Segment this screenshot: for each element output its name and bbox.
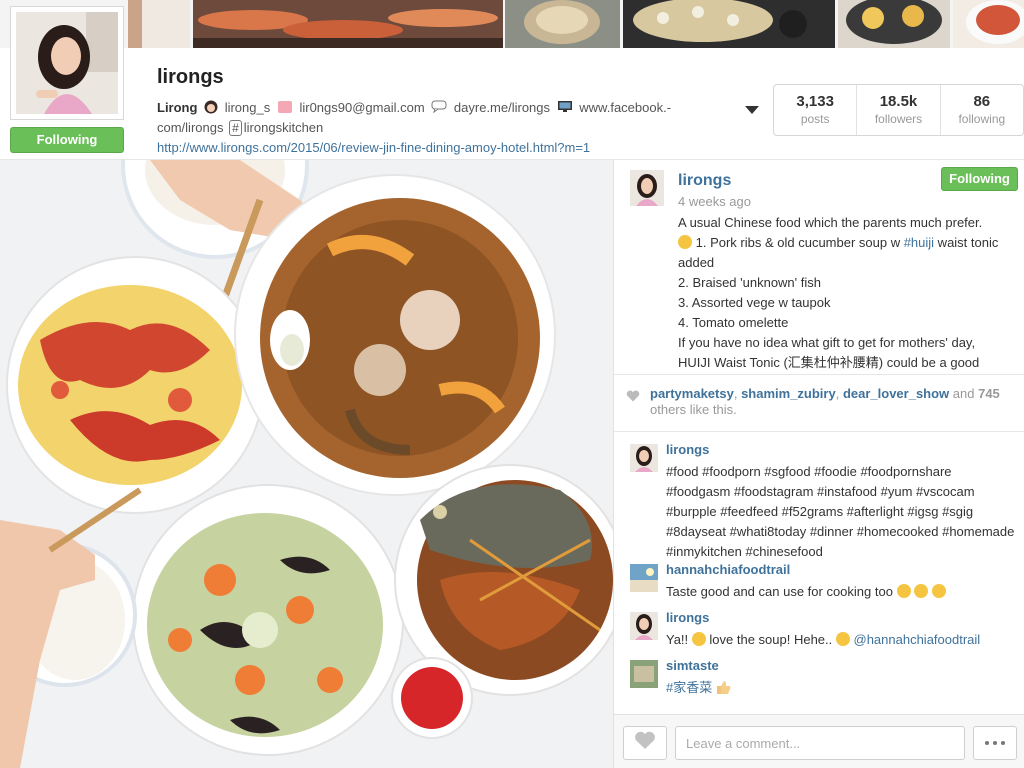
stat-following[interactable]: 86 following xyxy=(941,85,1023,135)
mention-link[interactable]: @hannahchiafoodtrail xyxy=(854,632,981,647)
liker-link[interactable]: partymaketsy xyxy=(650,386,734,401)
caption-line: 3. Assorted vege w taupok xyxy=(678,295,831,310)
grin-emoji-icon xyxy=(931,584,946,598)
caption-line-text: 1. Pork ribs & old cucumber soup w xyxy=(692,235,904,250)
thumbnail[interactable] xyxy=(193,0,503,48)
liker-link[interactable]: shamim_zubiry xyxy=(741,386,836,401)
caption-line: 4. Tomato omelette xyxy=(678,315,789,330)
comment-username[interactable]: lirongs xyxy=(666,610,709,625)
thumbnail[interactable] xyxy=(623,0,835,48)
profile-header: Following lirongs Lirong lirong_s lir0ng… xyxy=(0,6,1024,160)
blush-emoji-icon xyxy=(835,632,850,646)
thumbnail[interactable] xyxy=(953,0,1024,48)
comments-list: lirongs #food #foodporn #sgfood #foodie … xyxy=(614,432,1024,714)
stat-label: followers xyxy=(874,112,923,126)
stat-followers[interactable]: 18.5k followers xyxy=(857,85,941,135)
comment-username[interactable]: hannahchiafoodtrail xyxy=(666,562,790,577)
profile-stats: 3,133 posts 18.5k followers 86 following xyxy=(773,84,1024,136)
like-button[interactable] xyxy=(623,726,667,760)
computer-icon xyxy=(554,100,580,115)
comment-text: #food #foodporn #sgfood #foodie #foodpor… xyxy=(666,464,1015,559)
more-dots-icon[interactable] xyxy=(973,726,1017,760)
bio-facebook-1: www.facebook.- xyxy=(579,100,672,115)
hashtag-link[interactable]: #家香菜 xyxy=(666,680,712,695)
stat-posts[interactable]: 3,133 posts xyxy=(774,85,858,135)
stat-value: 86 xyxy=(973,93,991,110)
photo-thumbnail-strip xyxy=(0,0,1024,48)
caption-text: A usual Chinese food which the parents m… xyxy=(678,213,1008,373)
avatar[interactable] xyxy=(630,612,658,640)
avatar[interactable] xyxy=(630,660,658,688)
heart-icon xyxy=(634,731,656,755)
speech-bubble-icon xyxy=(428,100,454,115)
crying-laughing-emoji-icon xyxy=(678,235,692,249)
bio-facebook-2: com/lirongs xyxy=(157,120,224,135)
comment-text-body: Taste good and can use for cooking too xyxy=(666,584,893,599)
follow-button[interactable]: Following xyxy=(941,167,1018,191)
bio-handle: lirong_s xyxy=(224,100,271,115)
avatar[interactable] xyxy=(630,170,664,206)
bio-name: Lirong xyxy=(157,100,198,115)
heart-icon xyxy=(626,389,640,407)
likes-suffix: others like this. xyxy=(650,402,737,417)
stat-label: following xyxy=(958,112,1006,126)
profile-username: lirongs xyxy=(157,66,224,88)
post-photo[interactable] xyxy=(0,160,613,768)
likes-summary: partymaketsy, shamim_zubiry, dear_lover_… xyxy=(614,376,1024,432)
caption-line: A usual Chinese food which the parents m… xyxy=(678,215,983,230)
grin-emoji-icon xyxy=(914,584,929,598)
post-detail-panel: lirongs 4 weeks ago Following A usual Ch… xyxy=(613,160,1024,768)
stat-label: posts xyxy=(800,112,830,126)
likes-text: partymaketsy, shamim_zubiry, dear_lover_… xyxy=(650,386,1000,417)
bio-dayre: dayre.me/lirongs xyxy=(453,100,551,115)
avatar[interactable] xyxy=(630,444,658,472)
caption-line: If you have no idea what gift to get for… xyxy=(678,335,976,350)
stat-value: 3,133 xyxy=(796,93,834,110)
comment-username[interactable]: simtaste xyxy=(666,658,719,673)
thumbs-up-icon xyxy=(716,680,732,695)
thumbnail[interactable] xyxy=(838,0,950,48)
hash-icon: # xyxy=(229,120,242,136)
love-letter-icon xyxy=(277,101,292,113)
girl-icon xyxy=(201,100,225,115)
comment-text-mid: love the soup! Hehe.. xyxy=(705,632,836,647)
caption-line: 2. Braised 'unknown' fish xyxy=(678,275,821,290)
bio-email: lir0ngs90@gmail.com xyxy=(299,100,425,115)
likes-and: and xyxy=(949,386,979,401)
comment-text-before: Ya!! xyxy=(666,632,692,647)
bio-hashtag: lirongskitchen xyxy=(243,120,324,135)
bio-link[interactable]: http://www.lirongs.com/2015/06/review-ji… xyxy=(157,140,590,155)
comment-bar xyxy=(614,714,1024,768)
grin-emoji-icon xyxy=(691,632,706,646)
stat-value: 18.5k xyxy=(879,93,918,110)
comment-username[interactable]: lirongs xyxy=(666,442,709,457)
avatar[interactable] xyxy=(630,564,658,592)
comment-text: #家香菜 xyxy=(666,678,1016,698)
post-username[interactable]: lirongs xyxy=(678,172,731,190)
post-caption: lirongs 4 weeks ago Following A usual Ch… xyxy=(614,160,1024,375)
hashtag-link[interactable]: #huiji xyxy=(904,235,934,250)
likes-count[interactable]: 745 xyxy=(978,386,1000,401)
chevron-down-icon[interactable] xyxy=(745,106,759,114)
caption-line: HUIJI Waist Tonic (汇集杜仲补腰精) could be a g… xyxy=(678,355,980,370)
thumbnail[interactable] xyxy=(128,0,190,48)
liker-link[interactable]: dear_lover_show xyxy=(843,386,949,401)
profile-bio: Lirong lirong_s lir0ngs90@gmail.com dayr… xyxy=(157,98,737,158)
comment-text: Ya!! love the soup! Hehe.. @hannahchiafo… xyxy=(666,630,1016,650)
profile-avatar[interactable] xyxy=(10,6,124,120)
comment-input[interactable] xyxy=(675,726,965,760)
follow-button[interactable]: Following xyxy=(10,127,124,153)
thumbnail[interactable] xyxy=(505,0,620,48)
caption-line: 1. Pork ribs & old cucumber soup w #huij… xyxy=(678,233,1008,273)
grin-emoji-icon xyxy=(896,584,911,598)
post-timestamp: 4 weeks ago xyxy=(678,194,751,209)
comment-text: Taste good and can use for cooking too xyxy=(666,582,1016,602)
